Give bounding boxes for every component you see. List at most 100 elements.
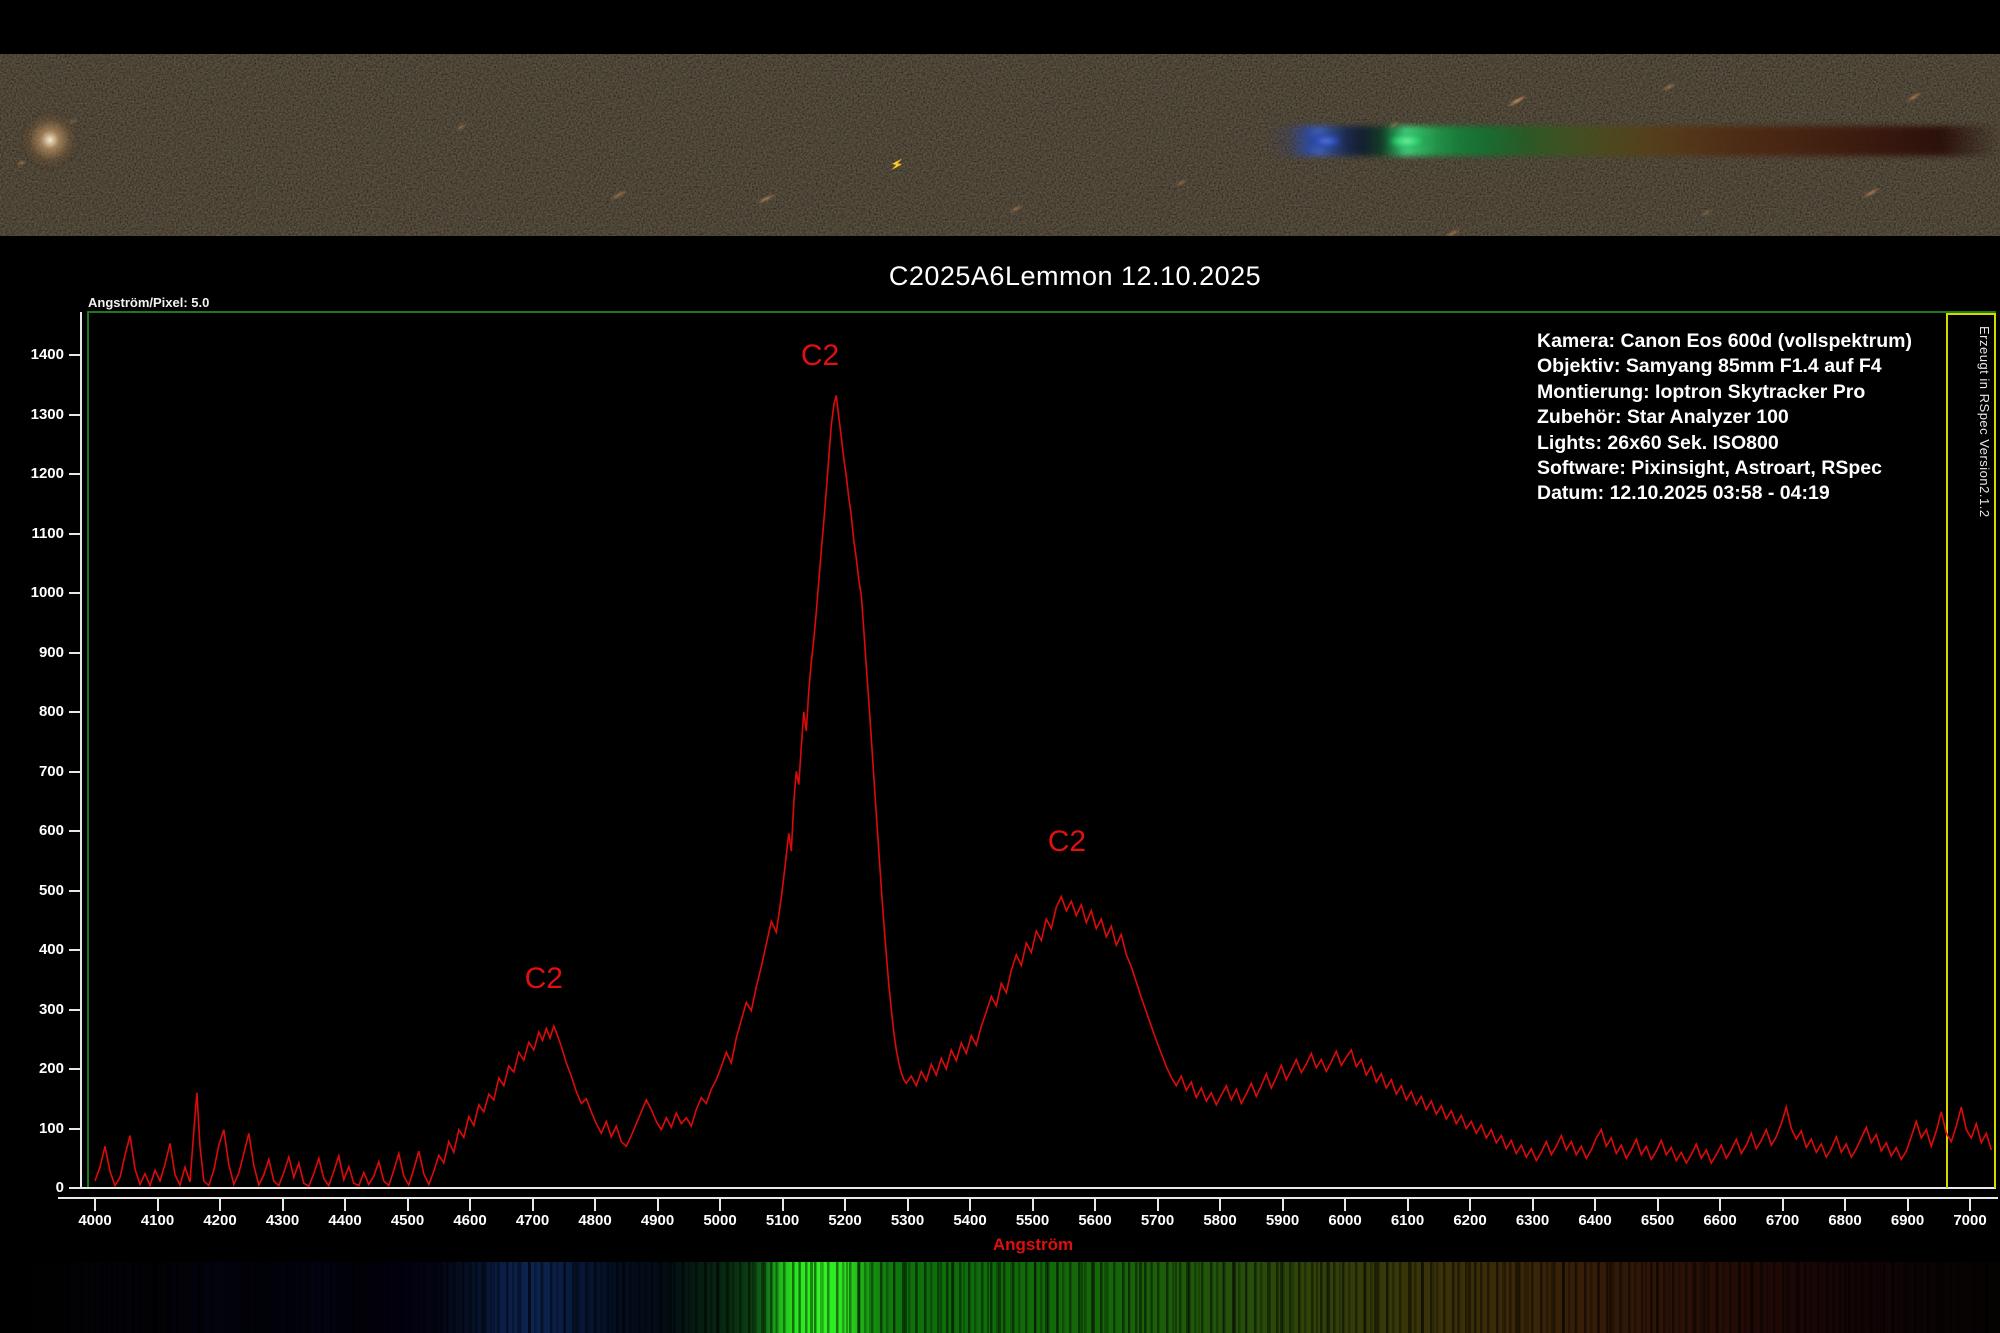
info-line-lights: Lights: 26x60 Sek. ISO800 xyxy=(1537,431,1779,454)
x-axis-tick xyxy=(1094,1199,1096,1211)
equipment-info-panel: Kamera: Canon Eos 600d (vollspektrum) Ob… xyxy=(1537,329,1912,507)
x-axis-tick xyxy=(156,1199,159,1211)
y-axis-tick-label: 500 xyxy=(38,881,64,899)
x-axis-tick-label: 6000 xyxy=(1328,1212,1362,1229)
x-axis-tick-label: 4300 xyxy=(265,1212,300,1229)
x-axis-tick xyxy=(781,1199,784,1211)
x-axis-tick-label: 6700 xyxy=(1765,1212,1800,1229)
x-axis-tick xyxy=(344,1199,346,1211)
y-axis-tick xyxy=(69,1187,81,1189)
x-axis-tick xyxy=(1719,1199,1721,1211)
x-axis-tick xyxy=(969,1199,971,1211)
x-axis-tick xyxy=(719,1199,721,1211)
y-axis-tick xyxy=(69,1068,81,1070)
info-line-datum: Datum: 12.10.2025 03:58 - 04:19 xyxy=(1537,482,1830,505)
y-axis-tick-label: 1400 xyxy=(30,346,64,363)
x-axis-tick-label: 5200 xyxy=(828,1212,862,1229)
y-axis-tick xyxy=(69,413,81,416)
x-axis-tick-label: 6200 xyxy=(1453,1212,1487,1229)
x-axis-tick xyxy=(1906,1199,1909,1211)
x-axis-tick-label: 6400 xyxy=(1578,1212,1612,1229)
x-axis-tick-label: 6800 xyxy=(1828,1212,1862,1229)
x-axis-tick-label: 5300 xyxy=(890,1212,925,1229)
x-axis-tick xyxy=(1469,1199,1471,1211)
spectrum-curve xyxy=(94,395,1993,1188)
x-axis-tick-label: 6300 xyxy=(1515,1212,1550,1229)
y-axis-tick-label: 900 xyxy=(38,643,64,661)
y-axis-tick-label: 300 xyxy=(38,1000,64,1018)
x-axis-tick-label: 4000 xyxy=(78,1212,112,1229)
x-axis-tick xyxy=(1844,1199,1846,1211)
x-axis-tick-label: 5000 xyxy=(703,1212,737,1229)
spectrum-plot xyxy=(94,395,1993,1188)
y-axis-tick-label: 1300 xyxy=(30,405,64,423)
y-axis-tick-label: 200 xyxy=(38,1060,64,1077)
x-axis-tick xyxy=(1281,1199,1284,1211)
x-axis-tick xyxy=(844,1199,846,1211)
y-axis-tick-label: 700 xyxy=(38,762,64,780)
info-line-objektiv: Objektiv: Samyang 85mm F1.4 auf F4 xyxy=(1537,355,1882,378)
x-axis-tick-label: 6900 xyxy=(1890,1212,1925,1229)
x-axis-tick-label: 6100 xyxy=(1390,1212,1425,1229)
y-axis-tick-label: 1100 xyxy=(31,524,64,542)
info-line-software: Software: Pixinsight, Astroart, RSpec xyxy=(1537,457,1882,480)
x-axis-tick xyxy=(1344,1199,1346,1211)
x-axis-tick-label: 5900 xyxy=(1265,1212,1300,1229)
x-axis-tick xyxy=(1656,1199,1659,1211)
x-axis-tick xyxy=(94,1199,96,1211)
x-axis-tick-label: 4700 xyxy=(515,1212,550,1229)
x-axis-tick-label: 4800 xyxy=(578,1212,612,1229)
info-line-montierung: Montierung: Ioptron Skytracker Pro xyxy=(1537,380,1866,403)
x-axis-tick xyxy=(1219,1199,1221,1211)
y-axis-tick-label: 1000 xyxy=(30,584,64,601)
x-axis-tick xyxy=(656,1199,659,1211)
x-axis-tick xyxy=(281,1199,284,1211)
x-axis-tick xyxy=(906,1199,909,1211)
x-axis-tick xyxy=(594,1199,596,1211)
x-axis-tick-label: 7000 xyxy=(1953,1212,1987,1229)
y-axis-tick xyxy=(69,473,81,475)
x-axis-tick-label: 4500 xyxy=(390,1212,425,1229)
y-axis-tick xyxy=(69,592,81,594)
y-axis-tick xyxy=(69,889,81,892)
y-axis-tick xyxy=(69,651,81,654)
x-axis-tick xyxy=(1156,1199,1159,1211)
x-axis-tick-label: 4600 xyxy=(453,1212,487,1229)
y-axis-tick xyxy=(69,354,81,356)
y-axis-tick-label: 800 xyxy=(38,703,64,720)
x-axis-tick-label: 4100 xyxy=(140,1212,175,1229)
x-axis-tick-label: 5700 xyxy=(1140,1212,1175,1229)
x-axis-tick-label: 5500 xyxy=(1015,1212,1050,1229)
y-axis-tick xyxy=(69,949,81,951)
y-axis-tick-label: 400 xyxy=(38,941,64,958)
y-axis-tick xyxy=(69,711,81,713)
dispersed-spectrum-strip xyxy=(0,1262,2000,1333)
y-axis-tick xyxy=(69,830,81,832)
x-axis-tick xyxy=(219,1199,221,1211)
x-axis-tick xyxy=(1531,1199,1534,1211)
y-axis-tick-label: 100 xyxy=(38,1119,64,1137)
x-axis-tick xyxy=(531,1199,534,1211)
spectrum-striations xyxy=(0,1262,2000,1333)
x-axis-tick xyxy=(406,1199,409,1211)
info-line-zubehoer: Zubehör: Star Analyzer 100 xyxy=(1537,406,1789,429)
x-axis-tick xyxy=(469,1199,471,1211)
x-axis-tick-label: 5100 xyxy=(765,1212,800,1229)
y-axis-tick-label: 600 xyxy=(38,822,64,839)
y-axis-tick-label: 1200 xyxy=(30,465,64,482)
x-axis-tick-label: 4400 xyxy=(328,1212,362,1229)
y-axis-tick xyxy=(69,770,81,773)
x-axis-tick xyxy=(1594,1199,1596,1211)
x-axis-tick-label: 6600 xyxy=(1703,1212,1737,1229)
x-axis-tick-label: 5400 xyxy=(953,1212,987,1229)
y-axis-tick xyxy=(69,1008,81,1011)
peak-annotation: C2 xyxy=(1047,824,1087,858)
y-axis-tick xyxy=(69,532,81,535)
y-axis-tick-label: 0 xyxy=(55,1179,64,1196)
peak-annotation: C2 xyxy=(524,961,563,995)
x-axis-title: Angström xyxy=(992,1235,1074,1254)
x-axis-tick-label: 5800 xyxy=(1203,1212,1237,1229)
x-axis-tick-label: 6500 xyxy=(1640,1212,1675,1229)
x-axis-tick xyxy=(1781,1199,1784,1211)
peak-annotation: C2 xyxy=(800,339,840,373)
